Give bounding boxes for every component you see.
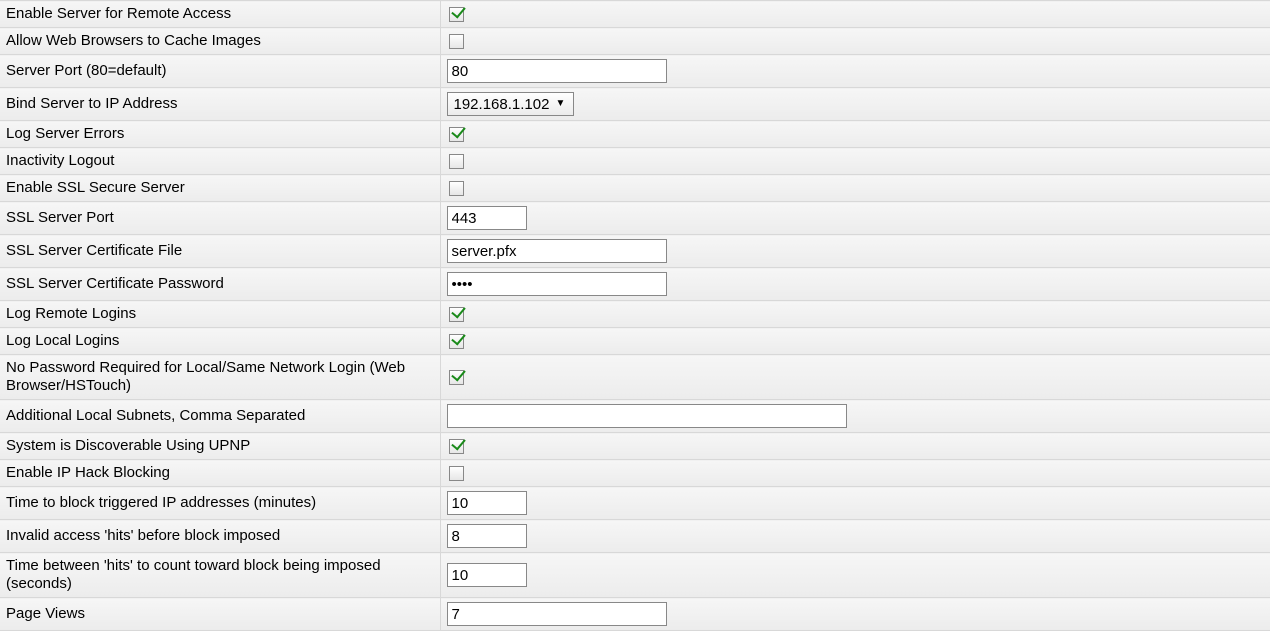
row-hit-interval: Time between 'hits' to count toward bloc… [0,553,1270,598]
ip-hack-blocking-checkbox[interactable] [449,466,464,481]
label-ssl-cert-file: SSL Server Certificate File [0,235,440,268]
label-enable-ssl: Enable SSL Secure Server [0,175,440,202]
label-page-views: Page Views [0,598,440,631]
label-log-errors: Log Server Errors [0,121,440,148]
row-invalid-hits: Invalid access 'hits' before block impos… [0,520,1270,553]
block-time-input[interactable] [447,491,527,515]
settings-table: Enable Server for Remote Access Allow We… [0,0,1270,631]
row-ip-hack-blocking: Enable IP Hack Blocking [0,460,1270,487]
label-block-time: Time to block triggered IP addresses (mi… [0,487,440,520]
ssl-cert-password-input[interactable] [447,272,667,296]
label-log-remote: Log Remote Logins [0,301,440,328]
row-log-local: Log Local Logins [0,328,1270,355]
bind-ip-value: 192.168.1.102 [454,96,550,113]
row-log-remote: Log Remote Logins [0,301,1270,328]
upnp-discoverable-checkbox[interactable] [449,439,464,454]
enable-server-checkbox[interactable] [449,7,464,22]
enable-ssl-checkbox[interactable] [449,181,464,196]
row-no-password-local: No Password Required for Local/Same Netw… [0,355,1270,400]
inactivity-logout-checkbox[interactable] [449,154,464,169]
label-invalid-hits: Invalid access 'hits' before block impos… [0,520,440,553]
row-cache-images: Allow Web Browsers to Cache Images [0,28,1270,55]
row-server-port: Server Port (80=default) [0,55,1270,88]
label-server-port: Server Port (80=default) [0,55,440,88]
log-local-checkbox[interactable] [449,334,464,349]
label-log-local: Log Local Logins [0,328,440,355]
label-ssl-cert-password: SSL Server Certificate Password [0,268,440,301]
label-upnp-discoverable: System is Discoverable Using UPNP [0,433,440,460]
server-port-input[interactable] [447,59,667,83]
row-page-views: Page Views [0,598,1270,631]
page-views-input[interactable] [447,602,667,626]
row-enable-server: Enable Server for Remote Access [0,1,1270,28]
label-additional-subnets: Additional Local Subnets, Comma Separate… [0,400,440,433]
label-ip-hack-blocking: Enable IP Hack Blocking [0,460,440,487]
row-ssl-port: SSL Server Port [0,202,1270,235]
no-password-local-checkbox[interactable] [449,370,464,385]
label-enable-server: Enable Server for Remote Access [0,1,440,28]
row-bind-ip: Bind Server to IP Address 192.168.1.102 … [0,88,1270,121]
label-bind-ip: Bind Server to IP Address [0,88,440,121]
label-inactivity-logout: Inactivity Logout [0,148,440,175]
row-enable-ssl: Enable SSL Secure Server [0,175,1270,202]
row-ssl-cert-file: SSL Server Certificate File [0,235,1270,268]
ssl-port-input[interactable] [447,206,527,230]
row-log-errors: Log Server Errors [0,121,1270,148]
chevron-down-icon: ▼ [555,99,565,109]
label-no-password-local: No Password Required for Local/Same Netw… [0,355,440,400]
log-remote-checkbox[interactable] [449,307,464,322]
row-additional-subnets: Additional Local Subnets, Comma Separate… [0,400,1270,433]
cache-images-checkbox[interactable] [449,34,464,49]
ssl-cert-file-input[interactable] [447,239,667,263]
log-errors-checkbox[interactable] [449,127,464,142]
row-ssl-cert-password: SSL Server Certificate Password [0,268,1270,301]
additional-subnets-input[interactable] [447,404,847,428]
label-hit-interval: Time between 'hits' to count toward bloc… [0,553,440,598]
bind-ip-dropdown[interactable]: 192.168.1.102 ▼ [447,92,575,116]
invalid-hits-input[interactable] [447,524,527,548]
row-upnp-discoverable: System is Discoverable Using UPNP [0,433,1270,460]
label-cache-images: Allow Web Browsers to Cache Images [0,28,440,55]
row-inactivity-logout: Inactivity Logout [0,148,1270,175]
hit-interval-input[interactable] [447,563,527,587]
row-block-time: Time to block triggered IP addresses (mi… [0,487,1270,520]
label-ssl-port: SSL Server Port [0,202,440,235]
